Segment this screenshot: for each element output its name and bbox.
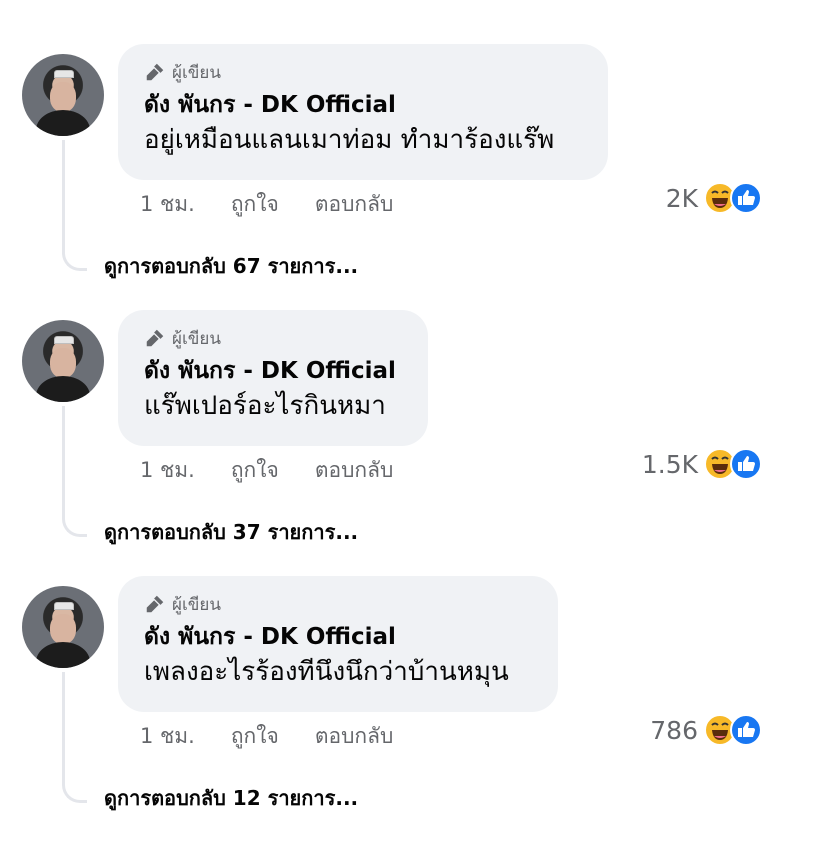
reply-button[interactable]: ตอบกลับ: [315, 720, 394, 753]
reactions-summary[interactable]: 1.5K: [642, 448, 762, 480]
like-thumb-icon: [730, 448, 762, 480]
comment-bubble: ผู้เขียน ดัง พันกร - DK Official แร๊พเปอ…: [118, 310, 428, 446]
reply-button[interactable]: ตอบกลับ: [315, 454, 394, 487]
comment-text: อยู่เหมือนแลนเมาท่อม ทำมาร้องแร๊พ: [144, 125, 555, 155]
microphone-icon: [146, 329, 164, 347]
like-button[interactable]: ถูกใจ: [231, 188, 279, 221]
thread-line: [62, 406, 87, 537]
reactions-summary[interactable]: 2K: [666, 182, 762, 214]
thread-line: [62, 672, 87, 803]
badge-label: ผู้เขียน: [172, 328, 221, 349]
crown-decoration: [54, 336, 74, 344]
timestamp[interactable]: 1 ชม.: [140, 720, 195, 753]
reaction-icons: [704, 714, 762, 746]
comment-item: ผู้เขียน ดัง พันกร - DK Official แร๊พเปอ…: [0, 310, 820, 576]
view-replies-link[interactable]: ดูการตอบกลับ 12 รายการ...: [104, 782, 358, 814]
avatar[interactable]: [22, 586, 104, 668]
timestamp[interactable]: 1 ชม.: [140, 454, 195, 487]
author-name[interactable]: ดัง พันกร - DK Official: [144, 356, 402, 386]
comment-text: เพลงอะไรร้องทีนึงนึกว่าบ้านหมุน: [144, 657, 509, 687]
badge-label: ผู้เขียน: [172, 594, 221, 615]
badge-label: ผู้เขียน: [172, 62, 221, 83]
like-button[interactable]: ถูกใจ: [231, 720, 279, 753]
comment-actions: 1 ชม. ถูกใจ ตอบกลับ: [140, 188, 393, 221]
reaction-icons: [704, 182, 762, 214]
view-replies-link[interactable]: ดูการตอบกลับ 67 รายการ...: [104, 250, 358, 282]
author-badge: ผู้เขียน: [144, 326, 402, 350]
comment-bubble: ผู้เขียน ดัง พันกร - DK Official เพลงอะไ…: [118, 576, 558, 712]
like-thumb-icon: [730, 714, 762, 746]
avatar[interactable]: [22, 54, 104, 136]
like-button[interactable]: ถูกใจ: [231, 454, 279, 487]
crown-decoration: [54, 602, 74, 610]
comment-text: แร๊พเปอร์อะไรกินหมา: [144, 391, 386, 421]
comment-actions: 1 ชม. ถูกใจ ตอบกลับ: [140, 720, 393, 753]
reaction-count: 2K: [665, 183, 698, 213]
author-badge: ผู้เขียน: [144, 592, 532, 616]
thread-line: [62, 140, 87, 271]
reaction-count: 1.5K: [641, 449, 698, 479]
reactions-summary[interactable]: 786: [650, 714, 762, 746]
microphone-icon: [146, 63, 164, 81]
comment-actions: 1 ชม. ถูกใจ ตอบกลับ: [140, 454, 393, 487]
comment-bubble: ผู้เขียน ดัง พันกร - DK Official อยู่เหม…: [118, 44, 608, 180]
view-replies-link[interactable]: ดูการตอบกลับ 37 รายการ...: [104, 516, 358, 548]
timestamp[interactable]: 1 ชม.: [140, 188, 195, 221]
like-thumb-icon: [730, 182, 762, 214]
microphone-icon: [146, 595, 164, 613]
crown-decoration: [54, 70, 74, 78]
reaction-icons: [704, 448, 762, 480]
comment-item: ผู้เขียน ดัง พันกร - DK Official เพลงอะไ…: [0, 576, 820, 842]
author-name[interactable]: ดัง พันกร - DK Official: [144, 622, 532, 652]
author-name[interactable]: ดัง พันกร - DK Official: [144, 90, 582, 120]
author-badge: ผู้เขียน: [144, 60, 582, 84]
reaction-count: 786: [650, 715, 698, 745]
reply-button[interactable]: ตอบกลับ: [315, 188, 394, 221]
avatar[interactable]: [22, 320, 104, 402]
comment-item: ผู้เขียน ดัง พันกร - DK Official อยู่เหม…: [0, 44, 820, 310]
